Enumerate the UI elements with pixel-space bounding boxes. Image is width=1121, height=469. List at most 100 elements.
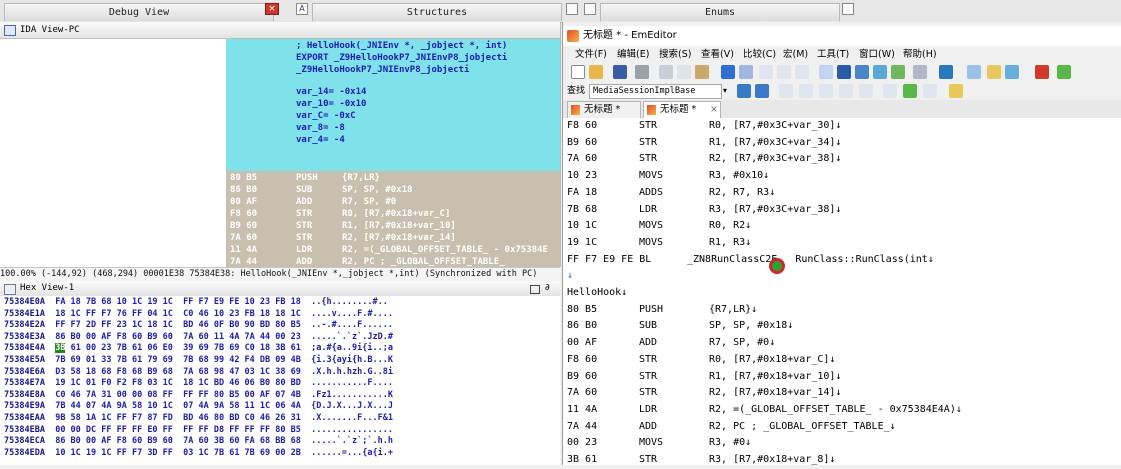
tool-extra-icon[interactable] xyxy=(1005,65,1019,79)
hex-row[interactable]: 75384ECA 86 B0 00 AF F8 60 B9 60 7A 60 3… xyxy=(4,436,393,448)
close-debug-view-icon[interactable]: × xyxy=(265,3,279,15)
ida-header-line: var_14= -0x14 xyxy=(296,87,367,97)
emeditor-tab-bar: 无标题 * 无标题 * × xyxy=(563,100,1121,119)
menu-edit[interactable]: 编辑(E) xyxy=(617,46,649,63)
structures-close-icon[interactable] xyxy=(566,3,578,15)
ida-header-line: ; HelloHook(_JNIEnv *, _jobject *, int) xyxy=(296,41,508,51)
menu-search[interactable]: 搜索(S) xyxy=(659,46,691,63)
hex-row[interactable]: 75384E5A 7B 69 01 33 7B 61 79 69 7B 68 9… xyxy=(4,355,393,367)
plugin-icon[interactable] xyxy=(1035,65,1049,79)
search-escape-icon[interactable] xyxy=(859,84,873,98)
print-icon[interactable] xyxy=(635,65,649,79)
menu-file[interactable]: 文件(F) xyxy=(575,46,607,63)
highlight-icon[interactable] xyxy=(819,65,833,79)
emeditor-text-area[interactable]: F8 60 STR R0, [R7,#0x3C+var_30]↓ B9 60 STR R… xyxy=(563,118,1121,465)
enums-close-icon[interactable] xyxy=(842,3,854,15)
hex-row[interactable]: 75384E6A D3 58 18 68 F8 68 B9 68 7A 68 9… xyxy=(4,367,393,379)
ida-view-title: IDA View-PC xyxy=(20,25,80,35)
tab-untitled-1[interactable]: 无标题 * xyxy=(567,101,641,118)
ida-code-row[interactable]: F8 60 STR R0, [R7,#0x18+var_C] xyxy=(226,208,560,220)
search-close-icon[interactable] xyxy=(949,84,963,98)
search-option-icon[interactable] xyxy=(779,84,793,98)
ida-view-icon xyxy=(4,25,16,36)
search-filter-icon[interactable] xyxy=(923,84,937,98)
menu-window[interactable]: 窗口(W) xyxy=(859,46,895,63)
hex-view-restore-icon[interactable] xyxy=(530,285,540,294)
ida-code-row[interactable]: 11 4A LDR R2, =(_GLOBAL_OFFSET_TABLE_ - 0x… xyxy=(226,244,560,256)
emeditor-search-bar: 查找 MediaSessionImplBase ▾ xyxy=(563,82,1121,100)
save-icon[interactable] xyxy=(613,65,627,79)
plugin-extra-icon[interactable] xyxy=(1057,65,1071,79)
find-next-icon[interactable] xyxy=(777,65,791,79)
ida-code-row[interactable]: B9 60 STR R1, [R7,#0x18+var_10] xyxy=(226,220,560,232)
macro-icon[interactable] xyxy=(939,65,953,79)
ida-code-row[interactable]: 86 B0 SUB SP, SP, #0x18 xyxy=(226,184,560,196)
search-regex-icon[interactable] xyxy=(839,84,853,98)
ida-header-line: _Z9HelloHookP7_JNIEnvP8_jobjecti xyxy=(296,65,470,75)
paste-icon[interactable] xyxy=(695,65,709,79)
hex-row[interactable]: 75384E8A C0 46 7A 31 00 00 08 FF FF FF 8… xyxy=(4,390,393,402)
ida-code-row[interactable]: 00 AF ADD R7, SP, #0 xyxy=(226,196,560,208)
menu-help[interactable]: 帮助(H) xyxy=(903,46,937,63)
tab-close-icon[interactable]: × xyxy=(710,102,718,118)
tab-enums[interactable]: Enums xyxy=(600,3,840,21)
open-file-icon[interactable] xyxy=(589,65,603,79)
emeditor-title-bar: 无标题 * - EmEditor xyxy=(563,26,1121,46)
view-wrap-icon[interactable] xyxy=(873,65,887,79)
ida-header-line: var_10= -0x10 xyxy=(296,99,367,109)
ida-header-line: var_C= -0xC xyxy=(296,111,356,121)
emeditor-app-icon xyxy=(567,30,579,42)
emeditor-menu-bar: 文件(F) 编辑(E) 搜索(S) 查看(V) 比较(C) 宏(M) 工具(T)… xyxy=(563,46,1121,63)
tab-debug-view[interactable]: Debug View xyxy=(4,3,274,21)
window-icon[interactable] xyxy=(913,65,927,79)
redo-icon[interactable] xyxy=(739,65,753,79)
menu-view[interactable]: 查看(V) xyxy=(701,46,734,63)
search-case-icon[interactable] xyxy=(799,84,813,98)
menu-macro[interactable]: 宏(M) xyxy=(783,46,808,63)
search-highlight-icon[interactable] xyxy=(883,84,897,98)
document-icon xyxy=(647,105,656,115)
hex-row[interactable]: 75384E3A 86 B0 00 AF F8 60 B9 60 7A 60 1… xyxy=(4,332,393,344)
top-tab-strip: Debug View × A Structures Enums xyxy=(0,0,1121,23)
hex-row[interactable]: 75384E1A 18 1C FF F7 76 FF 04 1C C0 46 1… xyxy=(4,309,393,321)
hex-row[interactable]: 75384E0A FA 18 7B 68 10 1C 19 1C FF F7 E… xyxy=(4,297,388,309)
search-next-icon[interactable] xyxy=(737,84,751,98)
cut-icon[interactable] xyxy=(659,65,673,79)
hex-row[interactable]: 75384EBA 00 00 DC FF FF FF E0 FF FF FF D… xyxy=(4,425,393,437)
search-word-icon[interactable] xyxy=(819,84,833,98)
tab-structures[interactable]: Structures xyxy=(312,3,562,21)
hex-row[interactable]: 75384EAA 9B 58 1A 1C FF F7 87 FD BD 46 8… xyxy=(4,413,393,425)
hex-view-body[interactable]: 75384E0A FA 18 7B 68 10 1C 19 1C FF F7 E… xyxy=(0,296,560,465)
new-file-icon[interactable] xyxy=(571,65,585,79)
hex-row[interactable]: 75384E7A 19 1C 01 F0 F2 F8 03 1C 18 1C B… xyxy=(4,378,393,390)
search-dropdown-icon[interactable]: ▾ xyxy=(723,82,727,100)
document-icon xyxy=(571,105,580,115)
hex-row[interactable]: 75384EDA 10 1C 19 1C FF F7 3D FF 03 1C 7… xyxy=(4,448,393,460)
tab-untitled-2[interactable]: 无标题 * × xyxy=(643,101,721,118)
hex-selected-byte[interactable]: 3B xyxy=(55,343,66,354)
ida-view-panel: IDA View-PC ; HelloHook(_JNIEnv *, _jobj… xyxy=(0,22,561,267)
copy-icon[interactable] xyxy=(677,65,691,79)
hex-row[interactable]: 75384E9A 7B 44 07 4A 9A 58 10 1C 07 4A 9… xyxy=(4,401,393,413)
hex-view-icon xyxy=(4,284,16,295)
macro-run-icon[interactable] xyxy=(967,65,981,79)
ida-code-row[interactable]: 80 B5 PUSH {R7,LR} xyxy=(226,172,560,184)
ida-header-line: var_8= -8 xyxy=(296,123,345,133)
ida-code-row[interactable]: 7A 60 STR R2, [R7,#0x18+var_14] xyxy=(226,232,560,244)
undo-icon[interactable] xyxy=(721,65,735,79)
hex-row[interactable]: 75384E2A FF F7 2D FF 23 1C 18 1C BD 46 0… xyxy=(4,320,393,332)
replace-icon[interactable] xyxy=(795,65,809,79)
search-input[interactable]: MediaSessionImplBase xyxy=(589,84,722,99)
search-prev-icon[interactable] xyxy=(755,84,769,98)
menu-compare[interactable]: 比较(C) xyxy=(743,46,776,63)
view-toggle-icon[interactable] xyxy=(837,65,851,79)
menu-tools[interactable]: 工具(T) xyxy=(817,46,849,63)
structures-icon: A xyxy=(296,3,308,15)
hex-view-pin-icon[interactable]: ∂ xyxy=(545,284,550,293)
view-compare-icon[interactable] xyxy=(891,65,905,79)
hex-row-selected[interactable]: 75384E4A 3B 61 00 23 7B 61 06 E0 39 69 7… xyxy=(4,343,393,355)
tool-icon[interactable] xyxy=(987,65,1001,79)
find-icon[interactable] xyxy=(759,65,773,79)
search-bookmark-icon[interactable] xyxy=(903,84,917,98)
view-split-icon[interactable] xyxy=(855,65,869,79)
